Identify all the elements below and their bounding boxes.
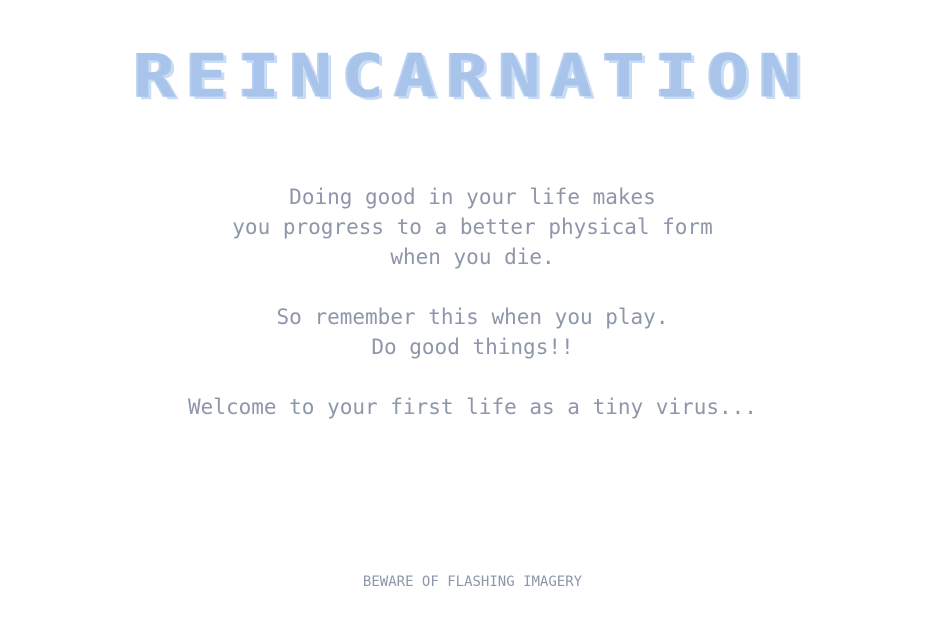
story-line: you progress to a better physical form <box>232 215 713 239</box>
story-line: Welcome to your first life as a tiny vir… <box>188 395 757 419</box>
game-title: REINCARNATION <box>133 41 812 111</box>
story-line: when you die. <box>390 245 555 269</box>
story-line: Do good things!! <box>371 335 574 359</box>
intro-story: Doing good in your life makes you progre… <box>0 182 945 422</box>
story-line: Doing good in your life makes <box>289 185 656 209</box>
story-line: So remember this when you play. <box>276 305 669 329</box>
flashing-warning: BEWARE OF FLASHING IMAGERY <box>362 574 583 590</box>
game-screen: REINCARNATION Doing good in your life ma… <box>0 0 945 633</box>
